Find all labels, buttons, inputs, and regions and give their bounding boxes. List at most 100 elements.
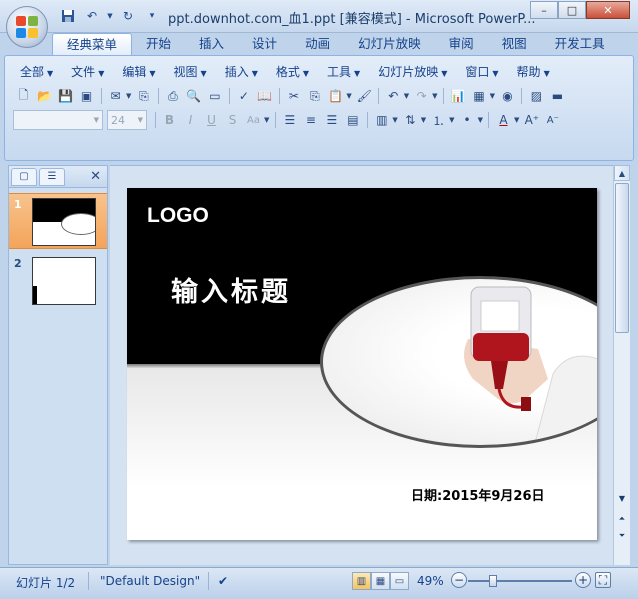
numbering-icon[interactable]: ⒈	[428, 110, 449, 130]
chevron-down-icon[interactable]: ▼	[478, 116, 483, 124]
copy-icon[interactable]: ⎘	[304, 86, 325, 106]
vertical-scrollbar[interactable]: ▲ ▼ ⏶ ⏷	[613, 165, 630, 565]
chevron-down-icon[interactable]: ▼	[449, 116, 454, 124]
shrink-font-icon[interactable]: A⁻	[542, 110, 563, 130]
chevron-down-icon[interactable]: ▼	[432, 92, 437, 100]
zoom-level[interactable]: 49%	[417, 574, 444, 588]
bullets-icon[interactable]: •	[457, 110, 478, 130]
align-center-icon[interactable]: ≡	[300, 110, 321, 130]
menu-file[interactable]: 文件 ▼	[62, 62, 113, 82]
slide-thumbnail[interactable]	[32, 198, 96, 246]
italic-icon[interactable]: I	[180, 110, 201, 130]
align-left-icon[interactable]: ☰	[279, 110, 300, 130]
slide-logo[interactable]: LOGO	[147, 204, 209, 228]
menu-tools[interactable]: 工具 ▼	[318, 62, 369, 82]
open-icon[interactable]: 📂	[34, 86, 55, 106]
chevron-down-icon[interactable]: ▼	[264, 116, 269, 124]
outline-tab-icon[interactable]: ☰	[39, 167, 65, 186]
save-icon[interactable]	[58, 7, 78, 25]
chevron-down-icon[interactable]: ▼	[126, 92, 131, 100]
display-icon[interactable]: ▬	[547, 86, 568, 106]
menu-view[interactable]: 视图 ▼	[165, 62, 216, 82]
slide-thumbnail-row[interactable]: 1	[9, 193, 107, 249]
paste-icon[interactable]: 📋	[325, 86, 346, 106]
scroll-up-icon[interactable]: ▲	[614, 165, 630, 181]
chevron-down-icon[interactable]: ▼	[404, 92, 409, 100]
chevron-down-icon[interactable]: ▼	[421, 116, 426, 124]
slide-canvas[interactable]: LOGO 输入标题 日期:2015年9月26日	[127, 188, 597, 540]
customize-qat-icon[interactable]: ▾	[142, 7, 162, 25]
align-right-icon[interactable]: ☰	[321, 110, 342, 130]
close-icon[interactable]: ✕	[90, 169, 101, 184]
tab-animations[interactable]: 动画	[291, 33, 344, 55]
undo-dropdown-icon[interactable]: ▼	[106, 7, 114, 25]
slide-editing-area[interactable]: LOGO 输入标题 日期:2015年9月26日	[110, 165, 613, 565]
menu-help[interactable]: 帮助 ▼	[508, 62, 559, 82]
zoom-slider-thumb[interactable]	[489, 575, 498, 587]
normal-view-icon[interactable]: ▥	[352, 572, 371, 590]
slide-thumbnail[interactable]	[32, 257, 96, 305]
chart-icon[interactable]: 📊	[448, 86, 469, 106]
shadow-icon[interactable]: S	[222, 110, 243, 130]
columns-icon[interactable]: ▥	[371, 110, 392, 130]
font-color-icon[interactable]: A	[493, 110, 514, 130]
scrollbar-thumb[interactable]	[615, 183, 629, 333]
tab-view[interactable]: 视图	[488, 33, 541, 55]
slide-date[interactable]: 日期:2015年9月26日	[411, 485, 545, 504]
tab-review[interactable]: 审阅	[435, 33, 488, 55]
cut-icon[interactable]: ✂	[283, 86, 304, 106]
tab-home[interactable]: 开始	[132, 33, 185, 55]
minimize-button[interactable]: –	[530, 1, 558, 19]
table-icon[interactable]: ▦	[469, 86, 490, 106]
undo-icon[interactable]: ↶	[82, 7, 102, 25]
text-direction-icon[interactable]: ⇅	[400, 110, 421, 130]
spelling-icon[interactable]: ✓	[233, 86, 254, 106]
office-button[interactable]	[6, 6, 48, 48]
menu-edit[interactable]: 编辑 ▼	[113, 62, 164, 82]
tab-developer[interactable]: 开发工具	[541, 33, 619, 55]
menu-slideshow[interactable]: 幻灯片放映 ▼	[369, 62, 456, 82]
scroll-down-icon[interactable]: ▼	[615, 491, 629, 505]
font-size-combo[interactable]: 24 ▼	[107, 110, 147, 130]
change-case-icon[interactable]: Aa	[243, 110, 264, 130]
menu-format[interactable]: 格式 ▼	[267, 62, 318, 82]
attach-icon[interactable]: ⎘	[133, 86, 154, 106]
menu-insert[interactable]: 插入 ▼	[216, 62, 267, 82]
next-slide-icon[interactable]: ⏷	[615, 529, 629, 543]
undo-icon[interactable]: ↶	[383, 86, 404, 106]
save-icon[interactable]: 💾	[55, 86, 76, 106]
fit-to-window-icon[interactable]: ⛶	[595, 572, 611, 588]
print-icon[interactable]: ⎙	[162, 86, 183, 106]
new-icon[interactable]: 🗋	[13, 86, 34, 106]
redo-icon[interactable]: ↻	[118, 7, 138, 25]
bold-icon[interactable]: B	[159, 110, 180, 130]
layout-icon[interactable]: ▭	[204, 86, 225, 106]
redo-icon[interactable]: ↷	[411, 86, 432, 106]
permission-icon[interactable]: ▣	[76, 86, 97, 106]
zoom-out-icon[interactable]: −	[451, 572, 467, 588]
menu-window[interactable]: 窗口 ▼	[456, 62, 507, 82]
web-icon[interactable]: ◉	[497, 86, 518, 106]
slideshow-view-icon[interactable]: ▭	[390, 572, 409, 590]
chevron-down-icon[interactable]: ▼	[514, 116, 519, 124]
slides-tab-icon[interactable]: ▢	[11, 167, 37, 186]
spelling-check-icon[interactable]: ✔	[218, 574, 228, 588]
tab-classic-menu[interactable]: 经典菜单	[52, 33, 133, 55]
previous-slide-icon[interactable]: ⏶	[615, 512, 629, 526]
slide-title[interactable]: 输入标题	[171, 270, 291, 309]
chevron-down-icon[interactable]: ▼	[346, 92, 351, 100]
color-grayscale-icon[interactable]: ▨	[526, 86, 547, 106]
slide-thumbnail-row[interactable]: 2	[9, 253, 107, 309]
tab-design[interactable]: 设计	[238, 33, 291, 55]
chevron-down-icon[interactable]: ▼	[490, 92, 495, 100]
zoom-in-icon[interactable]: +	[575, 572, 591, 588]
print-preview-icon[interactable]: 🔍	[183, 86, 204, 106]
grow-font-icon[interactable]: A⁺	[521, 110, 542, 130]
font-name-combo[interactable]: ▼	[13, 110, 103, 130]
justify-icon[interactable]: ▤	[342, 110, 363, 130]
chevron-down-icon[interactable]: ▼	[392, 116, 397, 124]
format-painter-icon[interactable]: 🖌	[354, 86, 375, 106]
close-button[interactable]: ✕	[586, 1, 630, 19]
underline-icon[interactable]: U	[201, 110, 222, 130]
zoom-slider[interactable]	[468, 575, 572, 587]
